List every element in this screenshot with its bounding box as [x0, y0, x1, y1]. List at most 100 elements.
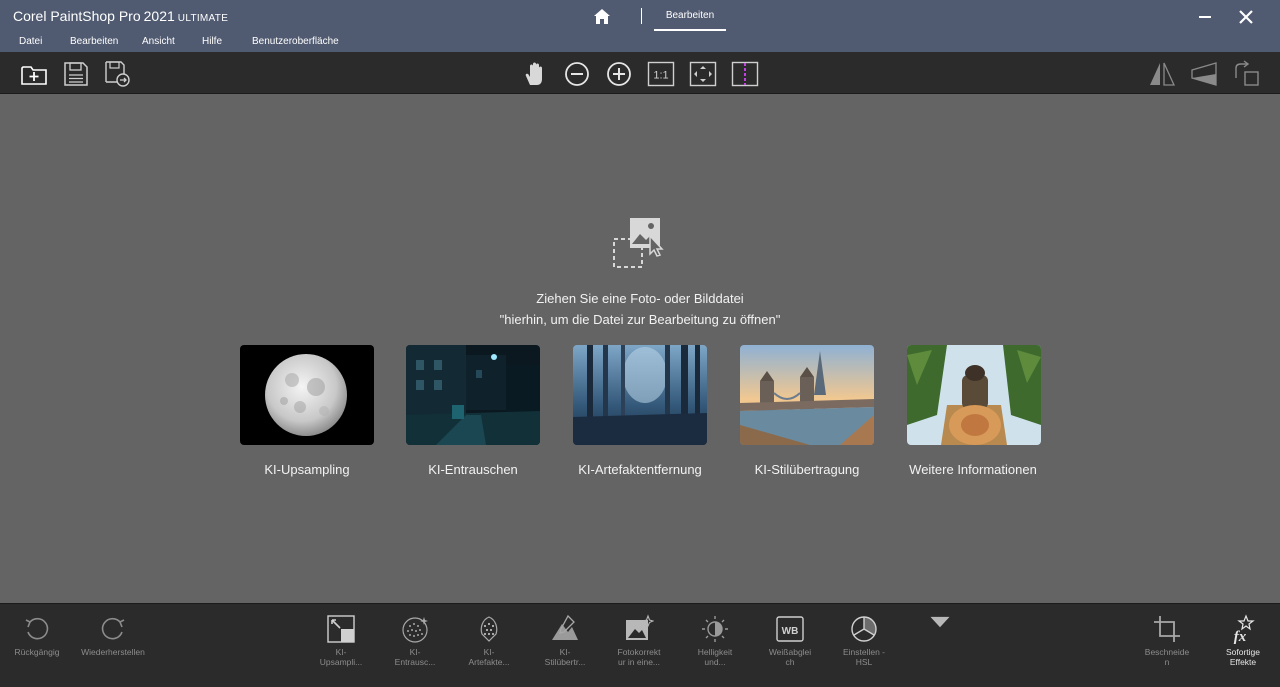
tool-label-line2: Stilübertr... — [544, 657, 586, 667]
app-title: Corel PaintShop Pro 2021 ULTIMATE — [13, 8, 228, 24]
compare-icon — [731, 61, 759, 87]
more-tools-button[interactable] — [924, 614, 956, 639]
hand-icon — [525, 62, 542, 85]
crop-label-line1: Beschneide — [1144, 647, 1190, 657]
undo-button[interactable]: Rückgängig — [8, 614, 66, 657]
card-label-artifact: KI-Artefaktentfernung — [578, 462, 702, 477]
zoom-out-icon — [565, 62, 589, 86]
more-info-card[interactable] — [907, 345, 1041, 445]
tool-label-line1: KI- — [483, 647, 495, 657]
menu-ui[interactable]: Benutzeroberfläche — [252, 36, 339, 47]
chevron-down-icon — [930, 616, 950, 628]
card-label-upsampling: KI-Upsampling — [264, 462, 350, 477]
effects-label-line2: Effekte — [1229, 657, 1257, 667]
menu-file[interactable]: Datei — [19, 36, 42, 47]
save-button[interactable] — [62, 60, 90, 88]
app-name: Corel PaintShop Pro — [13, 8, 141, 24]
compare-button[interactable] — [731, 60, 759, 88]
minimize-icon — [1199, 16, 1211, 18]
tool-label-line1: KI- — [335, 647, 347, 657]
actual-size-icon: 1:1 — [647, 61, 675, 87]
perspective-icon — [1191, 62, 1217, 86]
new-folder-icon — [21, 66, 47, 85]
tool-label-line2: HSL — [855, 657, 873, 667]
tool-label-line2: ch — [785, 657, 795, 667]
tool-label-line1: KI- — [409, 647, 421, 657]
title-bar: Corel PaintShop Pro 2021 ULTIMATE Bearbeit… — [0, 0, 1280, 52]
fit-window-icon — [689, 61, 717, 87]
ai-artifact-removal-tool[interactable]: KI- Artefakte... — [460, 614, 518, 667]
menu-help[interactable]: Hilfe — [202, 36, 222, 47]
app-year: 2021 — [143, 8, 175, 24]
smart-photo-fix-tool[interactable]: Fotokorrekt ur in eine... — [610, 614, 668, 667]
fit-window-button[interactable] — [689, 60, 717, 88]
ai-upsampling-card[interactable] — [240, 345, 374, 445]
drop-instruction-line1: Ziehen Sie eine Foto- oder Bilddatei — [536, 291, 744, 306]
actual-size-button[interactable]: 1:1 — [647, 60, 675, 88]
traveler-thumbnail — [907, 345, 1041, 445]
rotate-button[interactable] — [1232, 60, 1260, 88]
save-as-button[interactable] — [104, 60, 132, 88]
crop-button[interactable]: Beschneide n — [1138, 614, 1196, 667]
save-icon — [64, 62, 88, 86]
ai-upsampling-tool[interactable]: KI- Upsampli... — [312, 614, 370, 667]
forest-thumbnail — [573, 345, 707, 445]
tool-label-line1: Helligkeit — [697, 647, 733, 657]
effects-label-line1: Sofortige — [1225, 647, 1261, 657]
tool-label-line1: Einstellen - — [842, 647, 886, 657]
ai-artifact-removal-card[interactable] — [573, 345, 707, 445]
card-label-denoise: KI-Entrauschen — [428, 462, 518, 477]
save-as-icon — [105, 61, 130, 87]
rotate-icon — [1235, 60, 1259, 86]
tool-label-line1: Fotokorrekt — [617, 647, 661, 657]
redo-label: Wiederherstellen — [81, 647, 145, 657]
tab-edit[interactable]: Bearbeiten — [654, 4, 726, 31]
tool-label-line2: ur in eine... — [617, 657, 661, 667]
night-street-thumbnail — [406, 345, 540, 445]
close-button[interactable] — [1237, 8, 1255, 26]
redo-button[interactable]: Wiederherstellen — [76, 614, 150, 657]
zoom-out-button[interactable] — [563, 60, 591, 88]
ai-style-transfer-tool[interactable]: KI- Stilübertr... — [536, 614, 594, 667]
ai-style-transfer-card[interactable] — [740, 345, 874, 445]
tab-separator — [641, 8, 642, 24]
app-edition: ULTIMATE — [177, 13, 229, 24]
artifact-removal-icon — [480, 616, 498, 642]
moon-thumbnail — [240, 345, 374, 445]
hsl-icon — [851, 616, 877, 642]
minimize-button[interactable] — [1196, 8, 1214, 26]
flip-button[interactable] — [1148, 60, 1176, 88]
menu-view[interactable]: Ansicht — [142, 36, 175, 47]
actual-size-label: 1:1 — [653, 70, 668, 82]
redo-icon — [101, 617, 125, 640]
workspace-drop-area[interactable]: Ziehen Sie eine Foto- oder Bilddatei "hi… — [0, 94, 1280, 603]
denoise-icon — [402, 617, 428, 643]
ai-denoise-tool[interactable]: KI- Entrausc... — [386, 614, 444, 667]
tool-label-line2: und... — [704, 657, 726, 667]
new-file-button[interactable] — [20, 60, 48, 88]
tool-label-line2: Entrausc... — [394, 657, 436, 667]
drop-image-icon — [610, 214, 668, 272]
tool-label-line2: Upsampli... — [319, 657, 363, 667]
brightness-icon — [702, 616, 728, 642]
tool-label-line1: KI- — [559, 647, 571, 657]
upsampling-icon — [327, 615, 355, 643]
tool-label-line1: Weißabglei — [768, 647, 812, 657]
tower-bridge-thumbnail — [740, 345, 874, 445]
white-balance-tool[interactable]: WB Weißabglei ch — [761, 614, 819, 667]
home-button[interactable] — [592, 7, 612, 27]
instant-effects-button[interactable]: fx Sofortige Effekte — [1214, 614, 1272, 667]
pan-button[interactable] — [521, 60, 549, 88]
perspective-button[interactable] — [1190, 60, 1218, 88]
card-label-more-info: Weitere Informationen — [909, 462, 1037, 477]
hsl-adjust-tool[interactable]: Einstellen - HSL — [835, 614, 893, 667]
ai-denoise-card[interactable] — [406, 345, 540, 445]
wb-text: WB — [782, 626, 799, 637]
svg-text:fx: fx — [1234, 629, 1247, 644]
close-icon — [1239, 10, 1253, 24]
brightness-contrast-tool[interactable]: Helligkeit und... — [686, 614, 744, 667]
crop-label-line2: n — [1164, 657, 1170, 667]
white-balance-icon: WB — [776, 616, 804, 642]
zoom-in-button[interactable] — [605, 60, 633, 88]
menu-edit[interactable]: Bearbeiten — [70, 36, 118, 47]
